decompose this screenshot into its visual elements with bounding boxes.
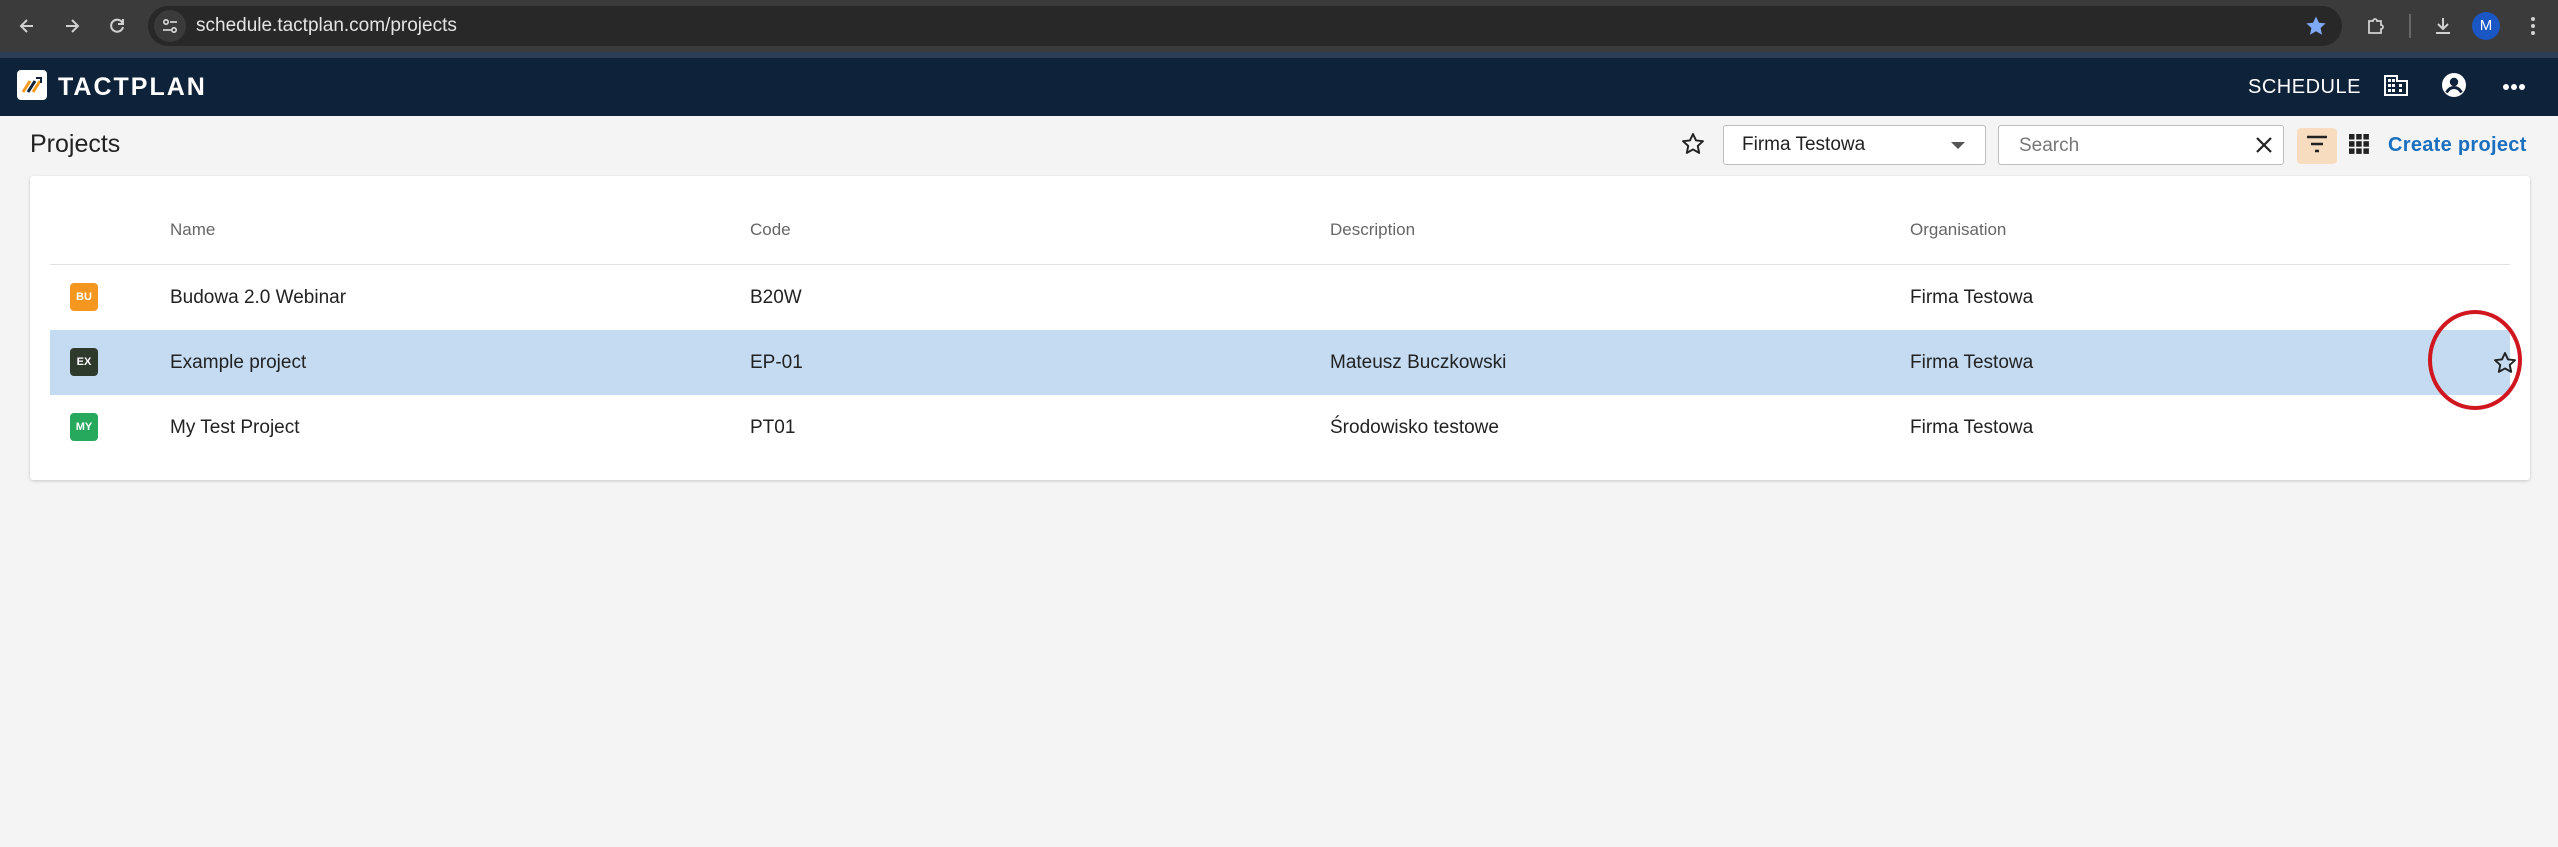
project-description: Środowisko testowe: [1330, 417, 1499, 438]
project-name[interactable]: My Test Project: [170, 395, 300, 460]
project-code: PT01: [750, 417, 796, 438]
projects-table: Name Code Description Organisation BU Bu…: [30, 176, 2530, 480]
chevron-down-icon: [1951, 142, 1965, 149]
nav-schedule[interactable]: SCHEDULE: [2248, 70, 2361, 104]
project-organisation: Firma Testowa: [1910, 352, 2034, 373]
star-outline-icon: [1680, 131, 1706, 162]
project-code: B20W: [750, 287, 802, 308]
account-circle-icon: [2440, 71, 2468, 104]
close-icon[interactable]: [2251, 132, 2277, 158]
highlight-circle-annotation: [2428, 310, 2522, 410]
column-header-description[interactable]: Description: [1330, 220, 1415, 240]
grid-view-button[interactable]: [2343, 128, 2375, 164]
back-button[interactable]: [11, 10, 43, 42]
filter-icon: [2305, 134, 2329, 159]
organisation-select[interactable]: Firma Testowa: [1723, 125, 1986, 165]
site-info-button[interactable]: [154, 10, 186, 42]
star-filled-icon[interactable]: [2304, 14, 2328, 38]
search-field[interactable]: [1998, 125, 2284, 166]
arrow-right-icon: [62, 16, 82, 36]
logo-text[interactable]: TACTPLAN: [58, 70, 207, 104]
create-project-button[interactable]: Create project: [2388, 130, 2527, 160]
organisation-select-value: Firma Testowa: [1742, 134, 1866, 155]
table-row[interactable]: EX Example project EP-01 Mateusz Buczkow…: [50, 330, 2516, 395]
arrow-left-icon: [17, 16, 37, 36]
puzzle-icon: [2365, 15, 2387, 37]
project-avatar: BU: [70, 283, 98, 311]
browser-menu-button[interactable]: [2517, 10, 2549, 42]
app-header: TACTPLAN SCHEDULE: [0, 58, 2558, 116]
grid-icon: [2348, 133, 2370, 160]
project-organisation: Firma Testowa: [1910, 417, 2034, 438]
more-button[interactable]: [2498, 71, 2530, 103]
download-icon: [2432, 15, 2454, 37]
column-header-name[interactable]: Name: [170, 220, 215, 240]
browser-toolbar: schedule.tactplan.com/projects M: [0, 0, 2558, 58]
reload-icon: [107, 16, 127, 36]
project-avatar: MY: [70, 413, 98, 441]
project-avatar: EX: [70, 348, 98, 376]
table-row[interactable]: MY My Test Project PT01 Środowisko testo…: [50, 395, 2510, 460]
extensions-button[interactable]: [2360, 10, 2392, 42]
project-name[interactable]: Budowa 2.0 Webinar: [170, 265, 346, 330]
tune-icon: [161, 17, 179, 35]
project-description: Mateusz Buczkowski: [1330, 352, 1507, 373]
favourites-filter-button[interactable]: [1677, 130, 1709, 162]
organisation-button[interactable]: [2380, 71, 2412, 103]
column-header-code[interactable]: Code: [750, 220, 791, 240]
profile-avatar[interactable]: M: [2472, 12, 2500, 40]
url-text[interactable]: schedule.tactplan.com/projects: [196, 6, 457, 46]
project-organisation: Firma Testowa: [1910, 287, 2034, 308]
project-code: EP-01: [750, 352, 803, 373]
forward-button[interactable]: [56, 10, 88, 42]
tactplan-logo-icon[interactable]: [17, 70, 47, 100]
column-header-organisation[interactable]: Organisation: [1910, 220, 2006, 240]
kebab-menu-icon: [2529, 15, 2537, 37]
project-name[interactable]: Example project: [170, 330, 306, 395]
building-icon: [2383, 72, 2409, 103]
page-title: Projects: [30, 130, 121, 158]
more-horizontal-icon: [2502, 78, 2526, 96]
table-header: Name Code Description Organisation: [50, 176, 2510, 265]
downloads-button[interactable]: [2427, 10, 2459, 42]
toolbar-divider: [2409, 14, 2411, 38]
table-row[interactable]: BU Budowa 2.0 Webinar B20W Firma Testowa: [50, 265, 2510, 330]
reload-button[interactable]: [101, 10, 133, 42]
account-button[interactable]: [2438, 71, 2470, 103]
search-input[interactable]: [2017, 126, 2241, 166]
filter-button[interactable]: [2297, 128, 2337, 164]
address-bar[interactable]: schedule.tactplan.com/projects: [148, 6, 2342, 46]
